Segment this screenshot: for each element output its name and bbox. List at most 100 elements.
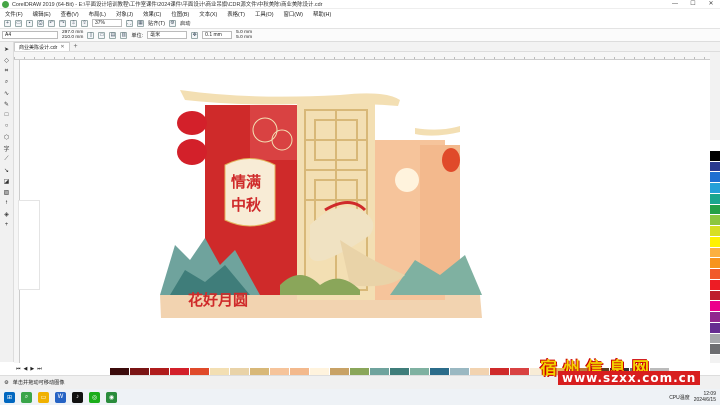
docker-panel[interactable] (18, 200, 40, 290)
search-icon[interactable]: ⌕ (21, 391, 32, 403)
units-select[interactable]: 毫米 (147, 31, 188, 39)
shape-tool-icon[interactable]: ◇ (2, 56, 11, 64)
cpu-temp-label: CPU温度 (669, 394, 690, 401)
paper-size-select[interactable]: A4 (2, 31, 58, 39)
lantern-icon (442, 148, 460, 172)
crop-tool-icon[interactable]: ⌗ (2, 67, 11, 75)
coreldraw-task-icon[interactable]: ◉ (106, 391, 117, 403)
menu-effects[interactable]: 效果(C) (138, 10, 166, 18)
ground-text: 花好月圆 (188, 291, 248, 309)
transparency-icon[interactable]: ▨ (2, 188, 11, 196)
artwork-svg: 花好月圆 情满 中秋 (160, 90, 482, 318)
color-palette-vertical[interactable] (710, 140, 720, 355)
current-page-icon[interactable]: ▥ (120, 31, 128, 39)
taskbar: ⊞ ⌕ ▭ W ♪ ◎ ◉ CPU温度 12:09 2024/6/15 (0, 389, 720, 405)
drop-shadow-icon[interactable]: ◪ (2, 177, 11, 185)
next-page-icon[interactable]: ▶ (30, 366, 34, 372)
close-button[interactable]: ✕ (702, 0, 720, 9)
launch-button[interactable]: 启动 (180, 20, 190, 27)
all-pages-icon[interactable]: ▤ (109, 31, 117, 39)
first-page-icon[interactable]: ⏮ (16, 366, 21, 372)
status-hint: 单击并拖动可移动图像 (12, 380, 65, 386)
moon-shape (395, 168, 419, 192)
artistic-media-icon[interactable]: ✎ (2, 100, 11, 108)
export-icon[interactable]: ⇧ (81, 19, 88, 27)
horizontal-ruler[interactable] (14, 52, 710, 60)
window-title: CorelDRAW 2019 (64-Bit) - E:\平面设计培训教程\工作… (12, 2, 323, 8)
rectangle-tool-icon[interactable]: □ (2, 111, 11, 119)
tiktok-icon[interactable]: ♪ (72, 391, 83, 403)
roof-eave (180, 90, 400, 106)
parallel-dimension-icon[interactable]: ⟋ (2, 155, 11, 163)
print-icon[interactable]: ⎙ (37, 19, 44, 27)
import-icon[interactable]: ⇩ (70, 19, 77, 27)
watermark: 宿州信息网 www.szxx.com.cn (540, 354, 701, 385)
page-dimensions: 297.0 mm 210.0 mm (62, 30, 83, 40)
lantern-icon (177, 111, 207, 135)
open-icon[interactable]: ▭ (15, 19, 22, 27)
last-page-icon[interactable]: ⏭ (37, 366, 42, 372)
menu-view[interactable]: 查看(V) (56, 10, 84, 18)
add-tab-icon[interactable]: + (70, 43, 82, 50)
portrait-icon[interactable]: ▯ (87, 31, 95, 39)
minimize-button[interactable]: — (666, 0, 684, 9)
menu-table[interactable]: 表格(T) (222, 10, 250, 18)
snap-to-button[interactable]: 贴齐(T) (148, 20, 165, 27)
system-tray: CPU温度 12:09 2024/6/15 (669, 389, 716, 405)
drawing-canvas[interactable]: 花好月圆 情满 中秋 (20, 60, 710, 363)
maximize-button[interactable]: ☐ (684, 0, 702, 9)
lantern-icon (177, 139, 207, 165)
dup-y-field[interactable]: 5.0 mm (236, 35, 252, 40)
menu-bar: 文件(F) 编辑(E) 查看(V) 布局(L) 对象(J) 效果(C) 位图(B… (0, 9, 720, 18)
nudge-icon: ✥ (191, 31, 199, 39)
menu-edit[interactable]: 编辑(E) (28, 10, 56, 18)
coreldraw-logo-icon (2, 0, 9, 8)
page-navigator: ⏮ ◀ ▶ ⏭ (14, 363, 110, 375)
connector-tool-icon[interactable]: ↘ (2, 166, 11, 174)
menu-file[interactable]: 文件(F) (0, 10, 28, 18)
options-icon[interactable]: ⚙ (169, 19, 176, 27)
plaque-title-line2: 中秋 (231, 196, 262, 214)
menu-text[interactable]: 文本(X) (194, 10, 222, 18)
full-screen-icon[interactable]: ⛶ (126, 19, 133, 27)
save-icon[interactable]: ▪ (26, 19, 33, 27)
standard-toolbar: + ▭ ▪ ⎙ ↶ ↷ ⇩ ⇧ 37% ⛶ ▦ 贴齐(T) ⚙ 启动 (0, 18, 720, 29)
menu-bitmaps[interactable]: 位图(B) (166, 10, 194, 18)
pick-tool-icon[interactable]: ➤ (2, 45, 11, 53)
toolbox: ➤ ◇ ⌗ ⌕ ∿ ✎ □ ○ ⬡ 字 ⟋ ↘ ◪ ▨ ⟊ ◈ + (0, 42, 14, 362)
undo-icon[interactable]: ↶ (48, 19, 55, 27)
units-label: 单位: (131, 32, 144, 39)
fill-tool-icon[interactable]: ◈ (2, 210, 11, 218)
doc-tab-active[interactable]: 商业美陈设计.cdr ✕ (14, 42, 70, 51)
ellipse-tool-icon[interactable]: ○ (2, 122, 11, 130)
nudge-distance-field[interactable]: 0.1 mm (202, 31, 233, 39)
close-tab-icon[interactable]: ✕ (60, 44, 64, 50)
start-icon[interactable]: ⊞ (4, 391, 15, 403)
word-icon[interactable]: W (55, 391, 66, 403)
duplicate-distance: 5.0 mm 5.0 mm (236, 30, 252, 40)
wechat-icon[interactable]: ◎ (89, 391, 100, 403)
page-height-field[interactable]: 210.0 mm (62, 35, 83, 40)
zoom-level-select[interactable]: 37% (92, 19, 122, 27)
zoom-tool-icon[interactable]: ⌕ (2, 78, 11, 86)
menu-tools[interactable]: 工具(O) (250, 10, 279, 18)
rulers-icon[interactable]: ▦ (137, 19, 144, 27)
new-doc-icon[interactable]: + (4, 19, 11, 27)
file-explorer-icon[interactable]: ▭ (38, 391, 49, 403)
freehand-tool-icon[interactable]: ∿ (2, 89, 11, 97)
menu-window[interactable]: 窗口(W) (279, 10, 308, 18)
text-tool-icon[interactable]: 字 (2, 144, 11, 153)
eyedropper-tool-icon[interactable]: ⟊ (2, 199, 11, 207)
prev-page-icon[interactable]: ◀ (24, 366, 28, 372)
cloud-pattern (250, 105, 297, 160)
menu-layout[interactable]: 布局(L) (84, 10, 111, 18)
clock[interactable]: 12:09 2024/6/15 (694, 391, 716, 403)
roof-eave-right (415, 126, 460, 136)
landscape-icon[interactable]: ▭ (98, 31, 106, 39)
add-tool-icon[interactable]: + (2, 221, 11, 229)
polygon-tool-icon[interactable]: ⬡ (2, 133, 11, 141)
menu-object[interactable]: 对象(J) (111, 10, 138, 18)
title-plaque (224, 158, 276, 227)
menu-help[interactable]: 帮助(H) (308, 10, 336, 18)
redo-icon[interactable]: ↷ (59, 19, 66, 27)
